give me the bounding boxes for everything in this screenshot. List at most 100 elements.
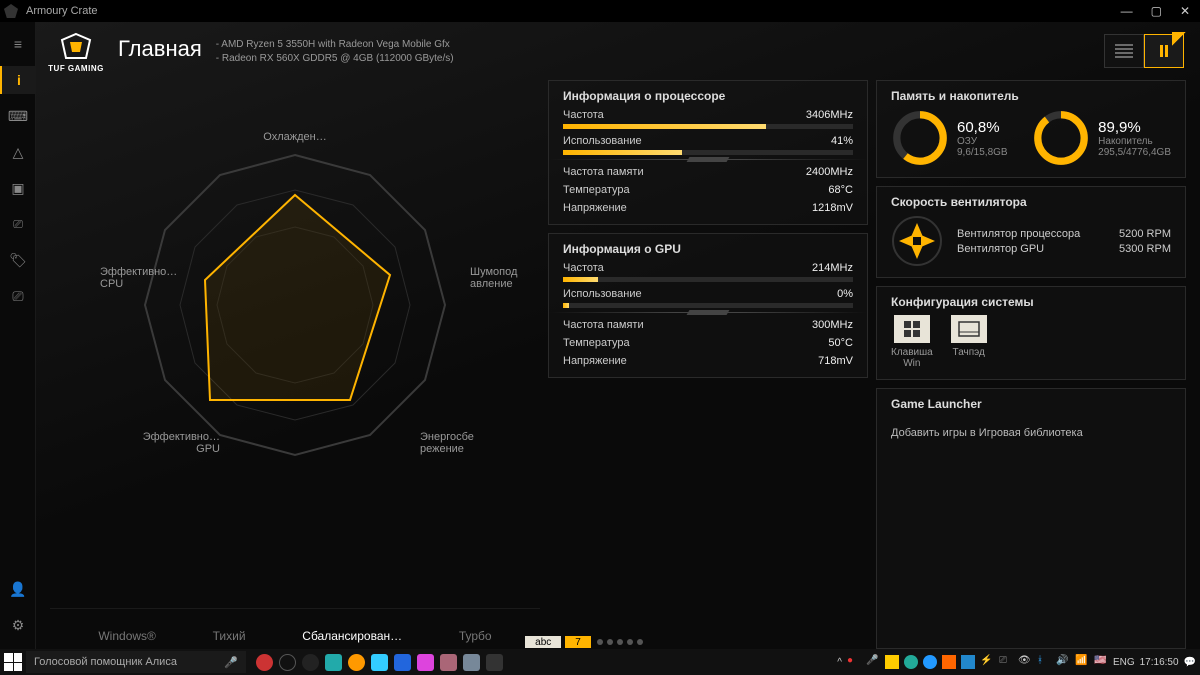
mic-icon[interactable]: 🎤: [224, 656, 238, 669]
sidebar-menu-icon[interactable]: ≡: [0, 30, 36, 58]
cpu-freq-value: 3406MHz: [806, 109, 853, 121]
notifications-icon[interactable]: 💬: [1184, 657, 1196, 668]
cpu-temp-value: 68°C: [828, 184, 853, 196]
sidebar-tuning-icon[interactable]: ⎚: [0, 210, 36, 238]
tray-icon[interactable]: ●: [847, 655, 861, 669]
tray-icon[interactable]: [885, 655, 899, 669]
minimize-button[interactable]: —: [1121, 4, 1133, 18]
launcher-text: Добавить игры в Игровая библиотека: [891, 427, 1171, 439]
cpu-panel: Информация о процессоре Частота3406MHz И…: [548, 80, 868, 225]
app-icon[interactable]: [440, 654, 457, 671]
cpu-volt-value: 1218mV: [812, 202, 853, 214]
ram-label: ОЗУ: [957, 136, 1008, 147]
config-winkey[interactable]: Клавиша Win: [891, 315, 933, 369]
config-touchpad[interactable]: Тачпэд: [951, 315, 987, 369]
spec-cpu: - AMD Ryzen 5 3550H with Radeon Vega Mob…: [216, 38, 454, 52]
system-specs: - AMD Ryzen 5 3550H with Radeon Vega Mob…: [216, 38, 454, 66]
disk-label: Накопитель: [1098, 136, 1171, 147]
system-tray: ^ ● 🎤 ⚡ ⎚ 👁 ᚼ 🔊 📶 🇺🇸 ENG 17:16:50 💬: [837, 655, 1196, 669]
ram-sub: 9,6/15,8GB: [957, 147, 1008, 158]
radar-label-cooling: Охлажден…: [263, 131, 326, 143]
fan-icon: [891, 215, 943, 267]
fan-panel-title: Скорость вентилятора: [891, 195, 1171, 209]
sound-icon[interactable]: 🔊: [1056, 655, 1070, 669]
tray-icon[interactable]: 🎤: [866, 655, 880, 669]
close-button[interactable]: ✕: [1180, 4, 1190, 18]
sidebar-screen-icon[interactable]: ⎚: [0, 282, 36, 310]
gpu-usage-bar: [563, 303, 569, 308]
flag-icon[interactable]: 🇺🇸: [1094, 655, 1108, 669]
status-strip: abc 7: [0, 635, 1200, 649]
gpu-volt-value: 718mV: [818, 355, 853, 367]
page-title: Главная: [118, 36, 202, 62]
app-icon[interactable]: [256, 654, 273, 671]
cpu-memfreq-value: 2400MHz: [806, 166, 853, 178]
gpu-memfreq-value: 300MHz: [812, 319, 853, 331]
gpu-panel-title: Информация о GPU: [563, 242, 853, 256]
tray-icon[interactable]: ⎚: [999, 655, 1013, 669]
taskbar: Голосовой помощник Алиса 🎤 ^ ● 🎤 ⚡ ⎚ 👁 ᚼ…: [0, 649, 1200, 675]
status-seven: 7: [565, 636, 591, 648]
ram-pct: 60,8%: [957, 119, 1008, 136]
brand-label: TUF GAMING: [48, 64, 104, 73]
tray-icon[interactable]: 👁: [1018, 655, 1032, 669]
clock[interactable]: 17:16:50: [1140, 657, 1179, 668]
tuf-logo: TUF GAMING: [48, 28, 104, 76]
tray-icon[interactable]: [904, 655, 918, 669]
start-button[interactable]: [4, 653, 22, 671]
sidebar-keyboard-icon[interactable]: ⌨: [0, 102, 36, 130]
sidebar: ≡ i ⌨ △ ▣ ⎚ 🏷 ⎚ 👤 ⚙: [0, 22, 36, 649]
app-icon[interactable]: [417, 654, 434, 671]
gpu-usage-value: 0%: [837, 288, 853, 300]
sidebar-camera-icon[interactable]: ▣: [0, 174, 36, 202]
taskbar-search[interactable]: Голосовой помощник Алиса 🎤: [26, 651, 246, 673]
sidebar-aura-icon[interactable]: △: [0, 138, 36, 166]
app-icon[interactable]: [486, 654, 503, 671]
tray-chevron-icon[interactable]: ^: [837, 657, 842, 668]
fan-gpu-value: 5300 RPM: [1119, 243, 1171, 255]
svg-text:Шумоподавление: Шумоподавление: [470, 266, 518, 290]
gpu-temp-value: 50°C: [828, 337, 853, 349]
tray-icon[interactable]: [961, 655, 975, 669]
maximize-button[interactable]: ▢: [1151, 4, 1162, 18]
fan-panel: Скорость вентилятора Ве: [876, 186, 1186, 278]
gpu-freq-value: 214MHz: [812, 262, 853, 274]
app-icon[interactable]: [463, 654, 480, 671]
cpu-freq-bar: [563, 124, 766, 129]
app-icon[interactable]: [394, 654, 411, 671]
bluetooth-icon[interactable]: ᚼ: [1037, 655, 1051, 669]
launcher-panel[interactable]: Game Launcher Добавить игры в Игровая би…: [876, 388, 1186, 649]
tray-icon[interactable]: ⚡: [980, 655, 994, 669]
memory-panel-title: Память и накопитель: [891, 89, 1171, 103]
disk-pct: 89,9%: [1098, 119, 1171, 136]
app-icon[interactable]: [325, 654, 342, 671]
app-icon[interactable]: [279, 654, 296, 671]
app-icon[interactable]: [348, 654, 365, 671]
touchpad-icon: [951, 315, 987, 343]
app-icon[interactable]: [302, 654, 319, 671]
winkey-icon: [894, 315, 930, 343]
sidebar-home-icon[interactable]: i: [0, 66, 36, 94]
sidebar-account-icon[interactable]: 👤: [0, 575, 36, 603]
app-icon[interactable]: [371, 654, 388, 671]
view-card-icon[interactable]: [1144, 34, 1184, 68]
launcher-title: Game Launcher: [891, 397, 1171, 411]
header: TUF GAMING Главная - AMD Ryzen 5 3550H w…: [36, 22, 1200, 80]
disk-sub: 295,5/4776,4GB: [1098, 147, 1171, 158]
tray-icon[interactable]: [923, 655, 937, 669]
view-list-icon[interactable]: [1104, 34, 1144, 68]
wifi-icon[interactable]: 📶: [1075, 655, 1089, 669]
taskbar-apps: [256, 654, 503, 671]
svg-text:Энергосбережение: Энергосбережение: [420, 431, 474, 455]
titlebar: Armoury Crate — ▢ ✕: [0, 0, 1200, 22]
config-panel-title: Конфигурация системы: [891, 295, 1171, 309]
tray-icon[interactable]: [942, 655, 956, 669]
fan-cpu-value: 5200 RPM: [1119, 228, 1171, 240]
gpu-panel: Информация о GPU Частота214MHz Использов…: [548, 233, 868, 378]
app-logo-icon: [4, 4, 18, 18]
cpu-panel-title: Информация о процессоре: [563, 89, 853, 103]
status-abc: abc: [525, 636, 561, 648]
window-title: Armoury Crate: [26, 5, 98, 17]
sidebar-tag-icon[interactable]: 🏷: [0, 246, 36, 274]
lang-indicator[interactable]: ENG: [1113, 657, 1135, 668]
